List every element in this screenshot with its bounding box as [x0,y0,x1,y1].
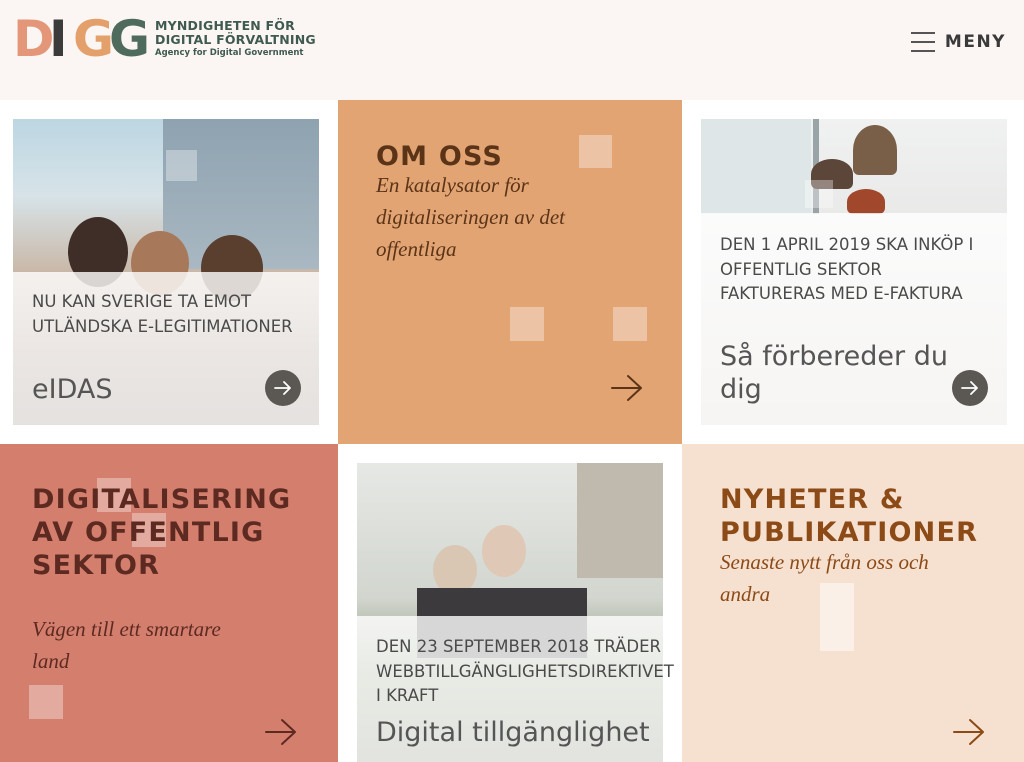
digg-logo[interactable]: D I G G MYNDIGHETEN FÖR DIGITAL FÖRVALTN… [13,10,316,68]
logo-line-1: MYNDIGHETEN FÖR [155,18,295,33]
tile-nyheter[interactable]: NYHETER & PUBLIKATIONER Senaste nytt frå… [682,444,1024,762]
photo-lamp-3 [847,189,885,214]
tile-efaktura[interactable]: DEN 1 APRIL 2019 SKA INKÖP I OFFENTLIG S… [682,100,1024,444]
om-oss-subtitle: En katalysator för digitaliseringen av d… [376,173,565,261]
decor-square [29,685,63,719]
eidas-title: eIDAS [32,374,113,405]
decor-square [166,150,197,181]
decor-square [613,307,647,341]
tile-digitalisering[interactable]: DIGITALISERING AV OFFENTLIG SEKTOR Vägen… [0,444,338,762]
menu-button[interactable]: MENY [910,28,1006,56]
efaktura-kicker: DEN 1 APRIL 2019 SKA INKÖP I OFFENTLIG S… [720,235,974,303]
logo-letter-d: D [13,10,54,68]
photo-window [701,119,811,214]
menu-label: MENY [944,32,1006,52]
tillganglighet-title: Digital tillgänglighet [376,717,650,748]
logo-letter-g2: G [109,10,150,68]
photo-house [577,463,663,578]
photo-lamp-2 [853,125,897,175]
tile-om-oss[interactable]: OM OSS En katalysator för digitalisering… [338,100,682,444]
photo-person-man [482,525,526,577]
eidas-kicker: NU KAN SVERIGE TA EMOT UTLÄNDSKA E-LEGIT… [32,292,293,336]
logo-line-3: Agency for Digital Government [155,48,304,58]
arrow-right-icon[interactable] [610,374,644,402]
arrow-right-icon[interactable] [952,718,986,746]
menu-icon [910,32,935,52]
decor-square [510,307,544,341]
arrow-right-icon [274,381,291,395]
logo-line-2: DIGITAL FÖRVALTNING [155,32,316,47]
nyheter-heading: NYHETER & PUBLIKATIONER [720,484,979,548]
arrow-right-icon [961,381,978,395]
logo-letter-i: I [49,10,68,68]
decor-square [579,135,612,168]
tile-tillganglighet[interactable]: DEN 23 SEPTEMBER 2018 TRÄDER WEBBTILLGÄN… [338,444,682,762]
decor-square [805,180,833,208]
logo-mark: D I G G [13,10,150,68]
nyheter-subtitle: Senaste nytt från oss och andra [720,550,929,606]
site-header: D I G G MYNDIGHETEN FÖR DIGITAL FÖRVALTN… [0,0,1024,100]
efaktura-arrow-button[interactable] [952,370,988,406]
digitalisering-subtitle: Vägen till ett smartare land [32,617,221,673]
eidas-arrow-button[interactable] [265,370,301,406]
logo-letter-g1: G [73,10,114,68]
tile-eidas[interactable]: NU KAN SVERIGE TA EMOT UTLÄNDSKA E-LEGIT… [0,100,338,444]
tillganglighet-kicker: DEN 23 SEPTEMBER 2018 TRÄDER WEBBTILLGÄN… [376,637,674,705]
arrow-right-icon[interactable] [264,718,298,746]
digitalisering-heading: DIGITALISERING AV OFFENTLIG SEKTOR [32,484,292,581]
efaktura-title: Så förbereder du dig [720,341,948,405]
logo-wordmark: MYNDIGHETEN FÖR DIGITAL FÖRVALTNING Agen… [155,19,316,59]
